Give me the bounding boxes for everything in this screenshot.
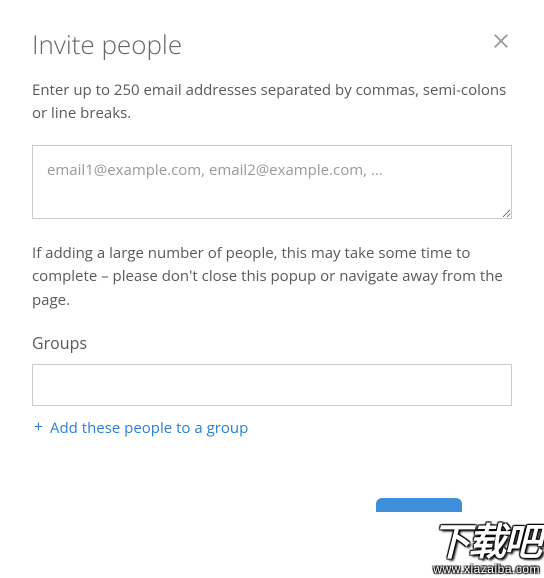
submit-button-partial[interactable] bbox=[376, 498, 462, 512]
watermark: 下载吧 www.xiazaiba.com bbox=[432, 524, 540, 576]
warning-text: If adding a large number of people, this… bbox=[32, 242, 512, 312]
add-to-group-link[interactable]: Add these people to a group bbox=[32, 416, 248, 440]
email-addresses-input[interactable] bbox=[32, 145, 512, 219]
add-to-group-label: Add these people to a group bbox=[50, 418, 248, 438]
dialog-header: Invite people bbox=[32, 30, 512, 59]
plus-icon bbox=[32, 418, 50, 438]
groups-label: Groups bbox=[32, 332, 512, 354]
groups-input[interactable] bbox=[32, 364, 512, 406]
watermark-url: www.xiazaiba.com bbox=[432, 563, 540, 576]
dialog-title: Invite people bbox=[32, 30, 182, 59]
watermark-brand: 下载吧 bbox=[432, 524, 540, 564]
instruction-text: Enter up to 250 email addresses separate… bbox=[32, 79, 512, 126]
close-button[interactable] bbox=[490, 30, 512, 52]
invite-people-dialog: Invite people Enter up to 250 email addr… bbox=[0, 0, 544, 470]
close-icon bbox=[490, 30, 512, 52]
